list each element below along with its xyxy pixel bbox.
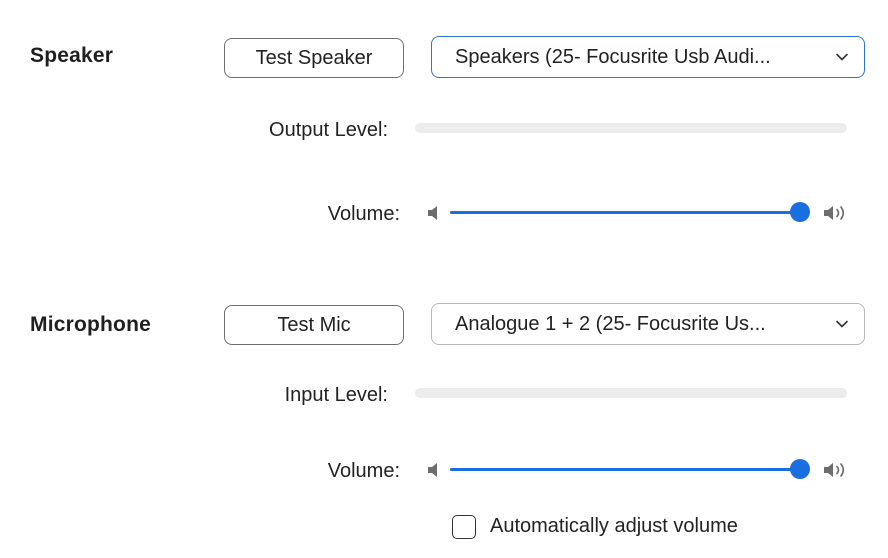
volume-low-icon[interactable]	[424, 203, 444, 223]
speaker-volume-label: Volume:	[327, 203, 400, 225]
microphone-device-value: Analogue 1 + 2 (25- Focusrite Us...	[455, 312, 766, 335]
slider-thumb[interactable]	[790, 202, 810, 222]
slider-thumb[interactable]	[790, 459, 810, 479]
speaker-device-value: Speakers (25- Focusrite Usb Audi...	[455, 45, 771, 68]
volume-high-icon[interactable]	[822, 202, 850, 224]
microphone-device-select[interactable]: Analogue 1 + 2 (25- Focusrite Us...	[431, 303, 865, 345]
volume-high-icon[interactable]	[822, 459, 850, 481]
microphone-section-title: Microphone	[30, 313, 151, 336]
input-level-label: Input Level:	[284, 384, 388, 406]
slider-fill	[450, 468, 800, 471]
slider-fill	[450, 211, 800, 214]
test-mic-button[interactable]: Test Mic	[224, 305, 404, 345]
test-speaker-button[interactable]: Test Speaker	[224, 38, 404, 78]
microphone-volume-label: Volume:	[327, 460, 400, 482]
audio-settings-panel: Speaker Test Speaker Speakers (25- Focus…	[0, 0, 888, 558]
auto-adjust-volume-label[interactable]: Automatically adjust volume	[490, 515, 738, 538]
speaker-volume-slider[interactable]	[450, 201, 810, 223]
chevron-down-icon	[832, 47, 852, 67]
speaker-section-title: Speaker	[30, 44, 114, 67]
speaker-device-select[interactable]: Speakers (25- Focusrite Usb Audi...	[431, 36, 865, 78]
chevron-down-icon	[832, 314, 852, 334]
volume-low-icon[interactable]	[424, 460, 444, 480]
auto-adjust-volume-checkbox[interactable]	[452, 515, 476, 539]
output-level-meter	[415, 123, 847, 133]
microphone-volume-slider[interactable]	[450, 458, 810, 480]
input-level-meter	[415, 388, 847, 398]
output-level-label: Output Level:	[269, 119, 388, 141]
